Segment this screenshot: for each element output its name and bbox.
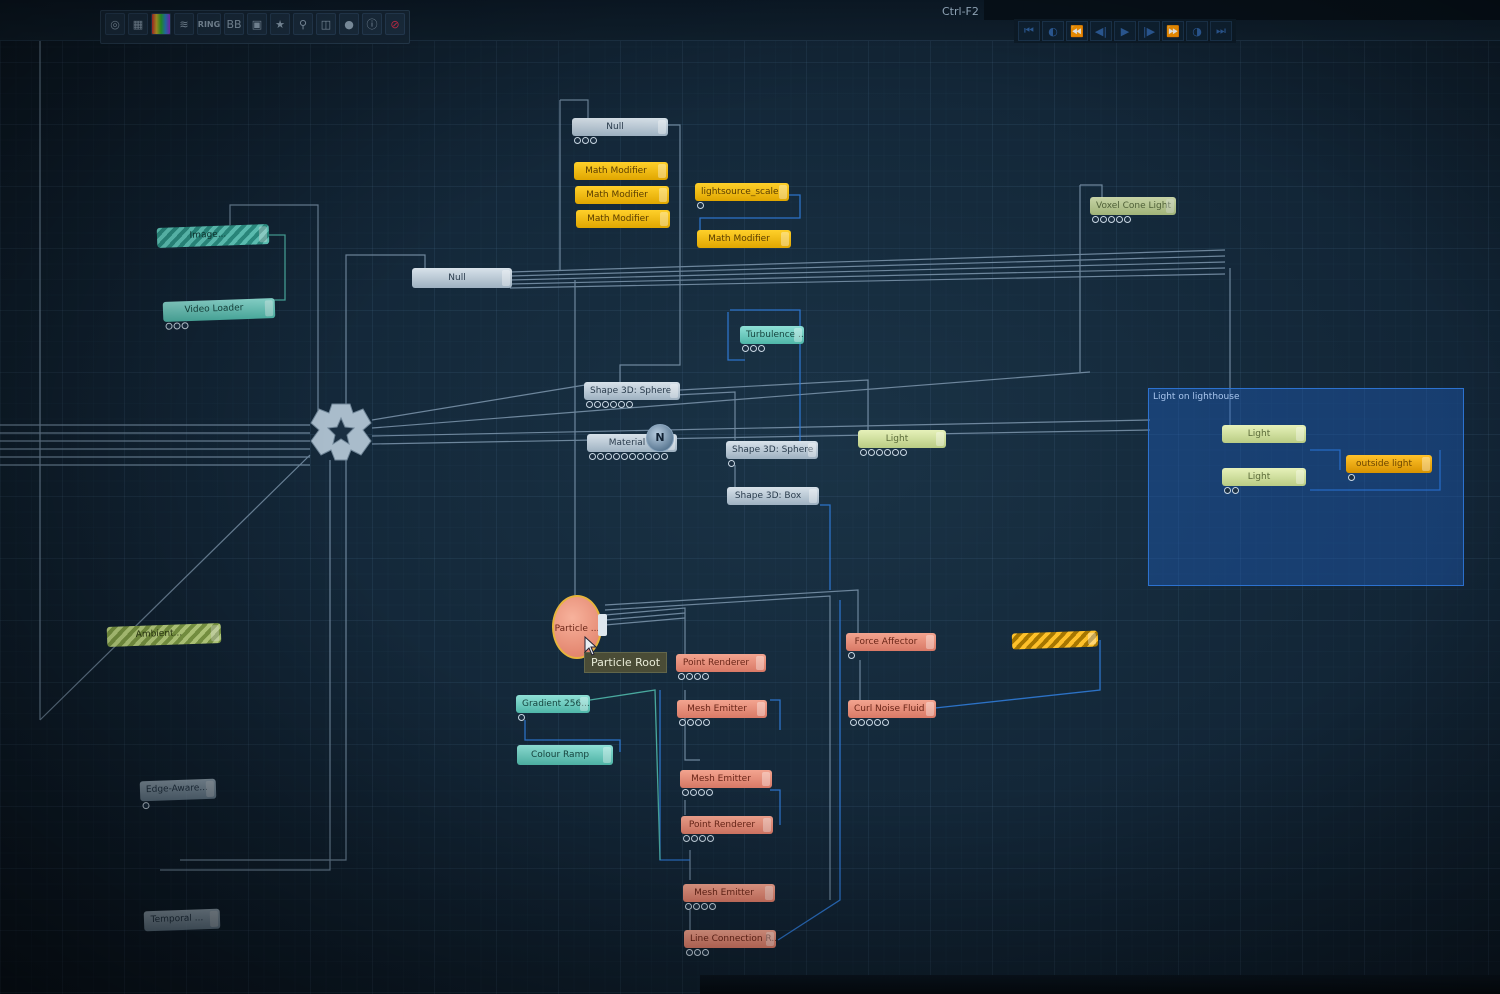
star-icon[interactable]: ★ — [270, 13, 290, 35]
null-node-top[interactable]: Null — [572, 118, 668, 144]
math-modifier-node-1[interactable]: Math Modifier — [574, 162, 668, 180]
outside-light-node[interactable]: outside light — [1346, 455, 1432, 481]
group-light-node-1[interactable]: Light — [1222, 425, 1306, 443]
hatched-image-node[interactable]: Image... — [156, 224, 270, 248]
temporal-node[interactable]: Temporal ... — [143, 908, 221, 932]
edge-aware-node[interactable]: Edge-Aware... — [139, 778, 217, 810]
material-preview-icon: N — [646, 424, 674, 452]
bb-label[interactable]: BB — [224, 13, 244, 35]
math-modifier-node-2[interactable]: Math Modifier — [575, 186, 669, 204]
shortcut-label: Ctrl-F2 — [942, 5, 979, 18]
light-group-frame[interactable]: Light on lighthouse — [1148, 388, 1464, 586]
hatched-ambient-node[interactable]: Ambient... — [106, 623, 222, 647]
step-forward-icon[interactable]: |▶ — [1138, 21, 1160, 41]
sphere-icon[interactable]: ● — [339, 13, 359, 35]
timeline-header — [984, 0, 1500, 20]
mesh-emitter-node-2[interactable]: Mesh Emitter — [680, 770, 772, 796]
force-affector-node[interactable]: Force Affector — [846, 633, 936, 659]
view-icon[interactable]: ◎ — [105, 13, 125, 35]
lightsource-scale-node[interactable]: lightsource_scale — [695, 183, 789, 209]
stop-icon[interactable]: ⊘ — [385, 13, 405, 35]
colour-ramp-node[interactable]: Colour Ramp — [517, 745, 613, 765]
info-icon[interactable]: ⓘ — [362, 13, 382, 35]
play-icon[interactable]: ▶ — [1114, 21, 1136, 41]
null-node-mid[interactable]: Null — [412, 268, 512, 288]
layers-icon[interactable]: ≋ — [174, 13, 194, 35]
magnify-icon[interactable]: ⚲ — [293, 13, 313, 35]
hub-gear-icon[interactable] — [308, 398, 374, 464]
turbulence-node[interactable]: Turbulence ... — [740, 326, 804, 352]
toolbar: ◎ ▦ ≋ RING BB ▣ ★ ⚲ ◫ ● ⓘ ⊘ — [100, 10, 410, 44]
loop-icon[interactable]: ◐ — [1042, 21, 1064, 41]
mouse-cursor-icon — [584, 636, 598, 656]
mesh-emitter-node-1[interactable]: Mesh Emitter — [677, 700, 767, 726]
point-renderer-node-1[interactable]: Point Renderer — [676, 654, 766, 680]
light-node[interactable]: Light — [858, 430, 946, 456]
rewind-icon[interactable]: ⏪ — [1066, 21, 1088, 41]
line-connection-node[interactable]: Line Connection R... — [684, 930, 776, 956]
group-title: Light on lighthouse — [1153, 392, 1240, 402]
point-renderer-node-2[interactable]: Point Renderer — [681, 816, 773, 842]
group-light-node-2[interactable]: Light — [1222, 468, 1306, 494]
shape-box-node[interactable]: Shape 3D: Box — [727, 487, 819, 505]
shape-sphere-node-2[interactable]: Shape 3D: Sphere — [726, 441, 818, 467]
fast-forward-icon[interactable]: ⏩ — [1162, 21, 1184, 41]
vr-icon[interactable]: ◫ — [316, 13, 336, 35]
math-modifier-node-3[interactable]: Math Modifier — [576, 210, 670, 228]
ring-label[interactable]: RING — [197, 13, 221, 35]
curl-noise-fluid-node[interactable]: Curl Noise Fluid — [848, 700, 936, 726]
math-modifier-node-4[interactable]: Math Modifier — [697, 230, 791, 248]
voxel-cone-light-node[interactable]: Voxel Cone Light — [1090, 197, 1176, 223]
gradient-node[interactable]: Gradient 256... — [516, 695, 590, 721]
mesh-emitter-node-3[interactable]: Mesh Emitter — [683, 884, 775, 910]
colour-icon[interactable] — [151, 13, 171, 35]
go-start-icon[interactable]: ⏮ — [1018, 21, 1040, 41]
transport-controls: ⏮ ◐ ⏪ ◀| ▶ |▶ ⏩ ◑ ⏭ — [1014, 19, 1236, 43]
node-graph-canvas[interactable]: Light on lighthouse Null Math Modifier M… — [0, 0, 1500, 994]
shape-sphere-node-1[interactable]: Shape 3D: Sphere — [584, 382, 680, 408]
timeline-strip — [700, 975, 1500, 994]
hatched-gold-node[interactable] — [1011, 630, 1099, 650]
record-icon[interactable]: ◑ — [1186, 21, 1208, 41]
go-end-icon[interactable]: ⏭ — [1210, 21, 1232, 41]
particle-root-output-handle[interactable] — [598, 614, 607, 636]
step-back-icon[interactable]: ◀| — [1090, 21, 1112, 41]
video-loader-node[interactable]: Video Loader — [162, 298, 276, 330]
frame-icon[interactable]: ▣ — [247, 13, 267, 35]
grid-icon[interactable]: ▦ — [128, 13, 148, 35]
